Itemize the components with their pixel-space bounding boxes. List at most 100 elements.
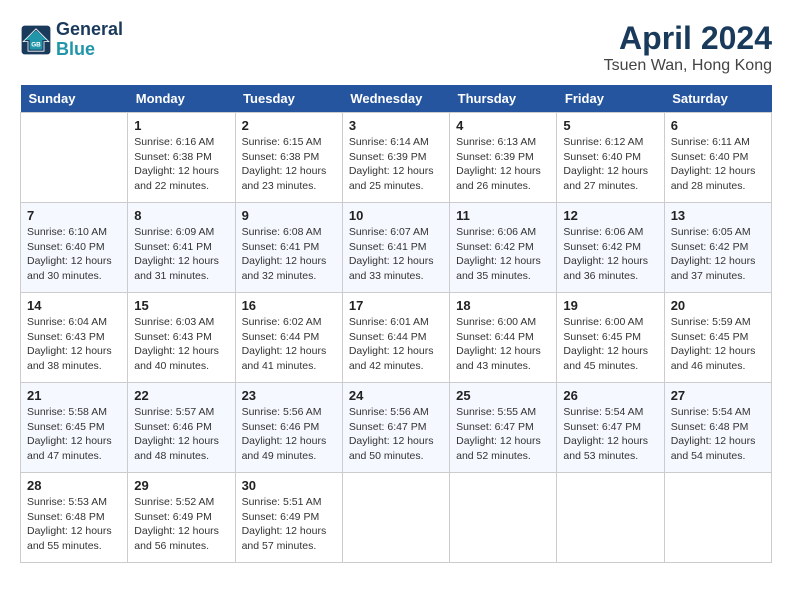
day-number: 22 (134, 388, 228, 403)
day-info: Sunrise: 5:53 AM Sunset: 6:48 PM Dayligh… (27, 495, 121, 554)
calendar-cell (664, 473, 771, 563)
calendar-cell: 15Sunrise: 6:03 AM Sunset: 6:43 PM Dayli… (128, 293, 235, 383)
calendar-cell: 22Sunrise: 5:57 AM Sunset: 6:46 PM Dayli… (128, 383, 235, 473)
svg-text:GB: GB (31, 41, 41, 48)
calendar-cell: 11 Sunrise: 6:06 AM Sunset: 6:42 PM Dayli… (450, 203, 557, 293)
logo: GB GeneralBlue (20, 20, 123, 60)
calendar-cell: 28 Sunrise: 5:53 AM Sunset: 6:48 PM Dayli… (21, 473, 128, 563)
day-number: 13 (671, 208, 765, 223)
calendar-cell: 23 Sunrise: 5:56 AM Sunset: 6:46 PM Dayli… (235, 383, 342, 473)
calendar-cell: 30Sunrise: 5:51 AM Sunset: 6:49 PM Dayli… (235, 473, 342, 563)
day-info: Sunrise: 6:14 AM Sunset: 6:39 PM Dayligh… (349, 135, 443, 194)
day-info: Sunrise: 6:12 AM Sunset: 6:40 PM Dayligh… (563, 135, 657, 194)
day-number: 25 (456, 388, 550, 403)
day-info: Sunrise: 6:04 AM Sunset: 6:43 PM Dayligh… (27, 315, 121, 374)
day-number: 16 (242, 298, 336, 313)
calendar-cell: 12 Sunrise: 6:06 AM Sunset: 6:42 PM Dayli… (557, 203, 664, 293)
logo-text: GeneralBlue (56, 20, 123, 60)
day-number: 2 (242, 118, 336, 133)
day-info: Sunrise: 5:52 AM Sunset: 6:49 PM Dayligh… (134, 495, 228, 554)
day-info: Sunrise: 6:13 AM Sunset: 6:39 PM Dayligh… (456, 135, 550, 194)
day-info: Sunrise: 6:08 AM Sunset: 6:41 PM Dayligh… (242, 225, 336, 284)
day-number: 27 (671, 388, 765, 403)
day-number: 19 (563, 298, 657, 313)
location: Tsuen Wan, Hong Kong (604, 57, 772, 75)
calendar-cell (342, 473, 449, 563)
calendar-cell: 16 Sunrise: 6:02 AM Sunset: 6:44 PM Dayli… (235, 293, 342, 383)
day-info: Sunrise: 5:51 AM Sunset: 6:49 PM Dayligh… (242, 495, 336, 554)
day-info: Sunrise: 6:05 AM Sunset: 6:42 PM Dayligh… (671, 225, 765, 284)
day-info: Sunrise: 6:11 AM Sunset: 6:40 PM Dayligh… (671, 135, 765, 194)
day-number: 26 (563, 388, 657, 403)
day-number: 17 (349, 298, 443, 313)
calendar-cell: 24Sunrise: 5:56 AM Sunset: 6:47 PM Dayli… (342, 383, 449, 473)
day-info: Sunrise: 6:00 AM Sunset: 6:45 PM Dayligh… (563, 315, 657, 374)
day-number: 18 (456, 298, 550, 313)
day-info: Sunrise: 6:16 AM Sunset: 6:38 PM Dayligh… (134, 135, 228, 194)
column-header-saturday: Saturday (664, 85, 771, 113)
day-info: Sunrise: 6:09 AM Sunset: 6:41 PM Dayligh… (134, 225, 228, 284)
day-info: Sunrise: 6:00 AM Sunset: 6:44 PM Dayligh… (456, 315, 550, 374)
calendar-table: SundayMondayTuesdayWednesdayThursdayFrid… (20, 85, 772, 563)
day-info: Sunrise: 6:07 AM Sunset: 6:41 PM Dayligh… (349, 225, 443, 284)
calendar-cell: 20 Sunrise: 5:59 AM Sunset: 6:45 PM Dayli… (664, 293, 771, 383)
column-header-thursday: Thursday (450, 85, 557, 113)
day-info: Sunrise: 5:54 AM Sunset: 6:47 PM Dayligh… (563, 405, 657, 464)
day-info: Sunrise: 5:55 AM Sunset: 6:47 PM Dayligh… (456, 405, 550, 464)
calendar-cell: 13 Sunrise: 6:05 AM Sunset: 6:42 PM Dayli… (664, 203, 771, 293)
day-number: 9 (242, 208, 336, 223)
day-info: Sunrise: 5:59 AM Sunset: 6:45 PM Dayligh… (671, 315, 765, 374)
calendar-cell: 6Sunrise: 6:11 AM Sunset: 6:40 PM Daylig… (664, 113, 771, 203)
day-info: Sunrise: 6:06 AM Sunset: 6:42 PM Dayligh… (456, 225, 550, 284)
calendar-cell (450, 473, 557, 563)
title-block: April 2024 Tsuen Wan, Hong Kong (604, 20, 772, 75)
day-number: 11 (456, 208, 550, 223)
day-info: Sunrise: 6:02 AM Sunset: 6:44 PM Dayligh… (242, 315, 336, 374)
column-header-tuesday: Tuesday (235, 85, 342, 113)
day-info: Sunrise: 6:06 AM Sunset: 6:42 PM Dayligh… (563, 225, 657, 284)
day-info: Sunrise: 5:58 AM Sunset: 6:45 PM Dayligh… (27, 405, 121, 464)
calendar-cell: 18 Sunrise: 6:00 AM Sunset: 6:44 PM Dayli… (450, 293, 557, 383)
day-number: 23 (242, 388, 336, 403)
day-number: 12 (563, 208, 657, 223)
calendar-cell (557, 473, 664, 563)
day-info: Sunrise: 5:56 AM Sunset: 6:46 PM Dayligh… (242, 405, 336, 464)
day-number: 29 (134, 478, 228, 493)
day-number: 3 (349, 118, 443, 133)
day-info: Sunrise: 6:03 AM Sunset: 6:43 PM Dayligh… (134, 315, 228, 374)
column-header-wednesday: Wednesday (342, 85, 449, 113)
day-info: Sunrise: 6:01 AM Sunset: 6:44 PM Dayligh… (349, 315, 443, 374)
day-number: 8 (134, 208, 228, 223)
day-number: 4 (456, 118, 550, 133)
day-number: 21 (27, 388, 121, 403)
day-number: 7 (27, 208, 121, 223)
calendar-cell: 14 Sunrise: 6:04 AM Sunset: 6:43 PM Dayli… (21, 293, 128, 383)
calendar-cell: 3 Sunrise: 6:14 AM Sunset: 6:39 PM Daylig… (342, 113, 449, 203)
day-number: 5 (563, 118, 657, 133)
day-number: 20 (671, 298, 765, 313)
calendar-cell: 2 Sunrise: 6:15 AM Sunset: 6:38 PM Daylig… (235, 113, 342, 203)
day-info: Sunrise: 5:54 AM Sunset: 6:48 PM Dayligh… (671, 405, 765, 464)
day-number: 28 (27, 478, 121, 493)
day-number: 14 (27, 298, 121, 313)
calendar-cell: 1 Sunrise: 6:16 AM Sunset: 6:38 PM Daylig… (128, 113, 235, 203)
column-header-sunday: Sunday (21, 85, 128, 113)
column-header-monday: Monday (128, 85, 235, 113)
page-header: GB GeneralBlue April 2024 Tsuen Wan, Hon… (20, 20, 772, 75)
calendar-cell: 8 Sunrise: 6:09 AM Sunset: 6:41 PM Daylig… (128, 203, 235, 293)
calendar-cell: 7 Sunrise: 6:10 AM Sunset: 6:40 PM Daylig… (21, 203, 128, 293)
calendar-cell: 25 Sunrise: 5:55 AM Sunset: 6:47 PM Dayli… (450, 383, 557, 473)
calendar-cell: 17 Sunrise: 6:01 AM Sunset: 6:44 PM Dayli… (342, 293, 449, 383)
column-header-friday: Friday (557, 85, 664, 113)
calendar-cell (21, 113, 128, 203)
calendar-cell: 10 Sunrise: 6:07 AM Sunset: 6:41 PM Dayli… (342, 203, 449, 293)
calendar-cell: 19 Sunrise: 6:00 AM Sunset: 6:45 PM Dayli… (557, 293, 664, 383)
calendar-cell: 9 Sunrise: 6:08 AM Sunset: 6:41 PM Daylig… (235, 203, 342, 293)
day-info: Sunrise: 6:10 AM Sunset: 6:40 PM Dayligh… (27, 225, 121, 284)
calendar-cell: 21 Sunrise: 5:58 AM Sunset: 6:45 PM Dayli… (21, 383, 128, 473)
day-number: 1 (134, 118, 228, 133)
calendar-cell: 4 Sunrise: 6:13 AM Sunset: 6:39 PM Daylig… (450, 113, 557, 203)
day-info: Sunrise: 6:15 AM Sunset: 6:38 PM Dayligh… (242, 135, 336, 194)
day-number: 10 (349, 208, 443, 223)
calendar-cell: 26 Sunrise: 5:54 AM Sunset: 6:47 PM Dayli… (557, 383, 664, 473)
